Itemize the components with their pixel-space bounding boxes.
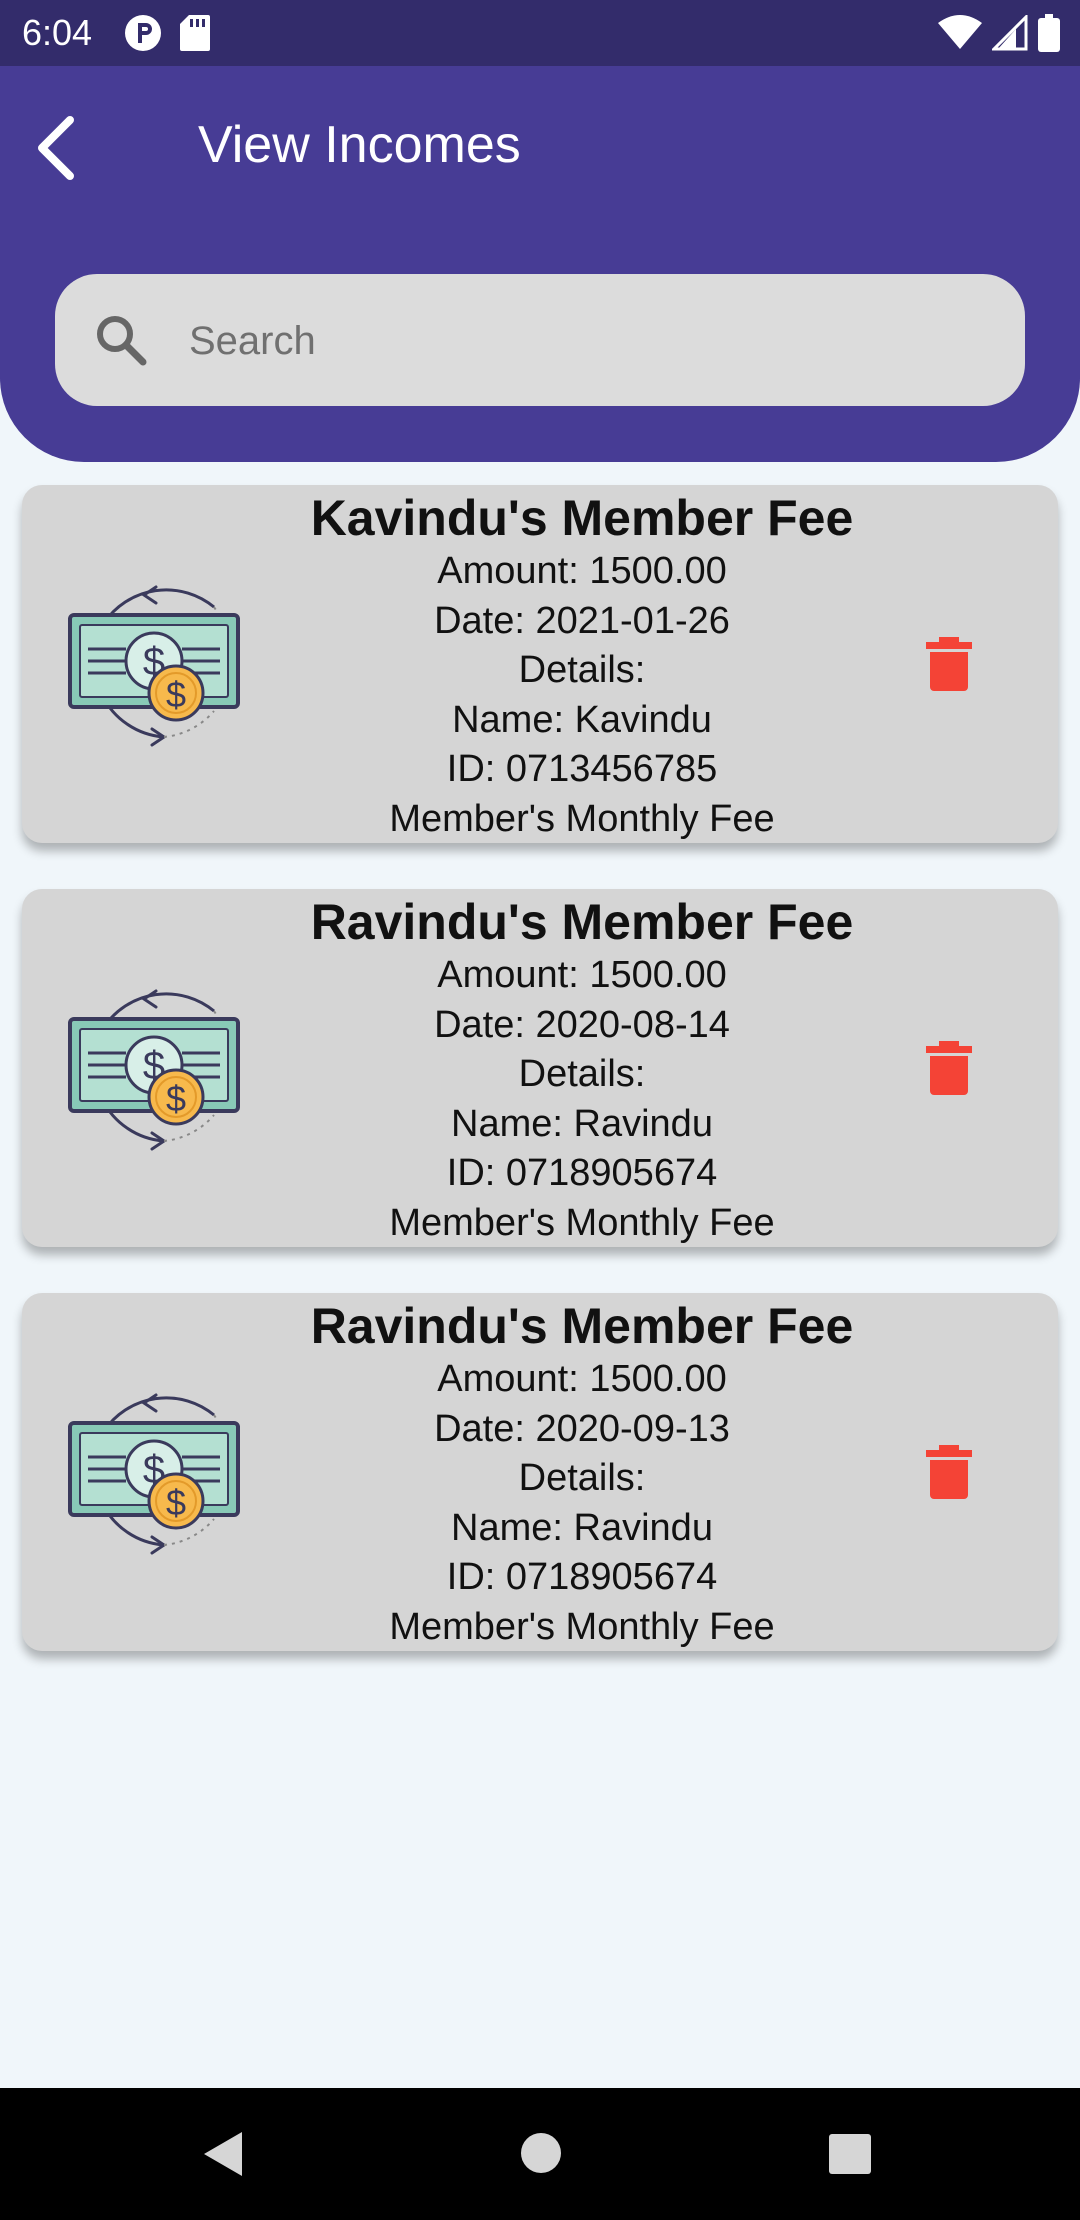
income-amount: Amount: 1500.00 bbox=[437, 550, 727, 592]
income-title: Ravindu's Member Fee bbox=[310, 894, 854, 950]
income-description: Member's Monthly Fee bbox=[389, 1605, 775, 1648]
income-details-label: Details: bbox=[518, 649, 646, 691]
battery-icon bbox=[1038, 14, 1060, 52]
nav-back-icon[interactable] bbox=[202, 2130, 246, 2178]
income-date: Date: 2020-08-14 bbox=[434, 1003, 730, 1046]
nav-recents-icon[interactable] bbox=[829, 2134, 871, 2174]
income-member-id: ID: 0718905674 bbox=[446, 1556, 718, 1598]
delete-icon[interactable] bbox=[924, 1445, 974, 1499]
income-details-label: Details: bbox=[518, 1053, 646, 1095]
delete-icon[interactable] bbox=[924, 1041, 974, 1095]
status-bar: 6:04 bbox=[0, 0, 1080, 66]
search-icon bbox=[97, 316, 147, 366]
notification-p-icon bbox=[125, 15, 161, 51]
income-amount: Amount: 1500.00 bbox=[437, 1358, 727, 1400]
income-member-id: ID: 0718905674 bbox=[446, 1152, 718, 1194]
income-description: Member's Monthly Fee bbox=[389, 797, 775, 840]
search-bar[interactable] bbox=[55, 274, 1025, 408]
income-member-name: Name: Kavindu bbox=[452, 698, 712, 741]
back-arrow-icon[interactable] bbox=[28, 108, 88, 188]
income-details-label: Details: bbox=[518, 1457, 646, 1499]
income-card[interactable]: $ $ Ravindu's Member Fee Amount: 1500.00… bbox=[22, 1293, 1058, 1651]
system-nav-bar bbox=[0, 2088, 1080, 2220]
income-card[interactable]: $ $ Ravindu's Member Fee Amount: 1500.00… bbox=[22, 889, 1058, 1247]
svg-text:$: $ bbox=[166, 1078, 186, 1119]
svg-text:$: $ bbox=[166, 1482, 186, 1523]
income-amount: Amount: 1500.00 bbox=[437, 954, 727, 996]
delete-icon[interactable] bbox=[924, 637, 974, 691]
status-time: 6:04 bbox=[22, 12, 93, 53]
income-card[interactable]: $ $ Kavindu's Member Fee Amount: 1500.00… bbox=[22, 485, 1058, 843]
svg-text:$: $ bbox=[166, 674, 186, 715]
wifi-icon bbox=[938, 15, 982, 49]
sd-card-icon bbox=[180, 15, 210, 51]
income-list: $ $ Kavindu's Member Fee Amount: 1500.00… bbox=[22, 485, 1058, 1697]
income-member-name: Name: Ravindu bbox=[451, 1506, 713, 1549]
nav-home-icon[interactable] bbox=[520, 2132, 562, 2174]
search-input[interactable] bbox=[187, 274, 991, 408]
signal-icon bbox=[992, 15, 1028, 51]
app-header: View Incomes bbox=[0, 66, 1080, 462]
income-member-id: ID: 0713456785 bbox=[446, 748, 718, 790]
page-title: View Incomes bbox=[198, 116, 521, 174]
income-title: Kavindu's Member Fee bbox=[310, 490, 854, 546]
income-member-name: Name: Ravindu bbox=[451, 1102, 713, 1145]
income-description: Member's Monthly Fee bbox=[389, 1201, 775, 1244]
income-date: Date: 2020-09-13 bbox=[434, 1407, 730, 1450]
income-date: Date: 2021-01-26 bbox=[434, 599, 730, 642]
income-title: Ravindu's Member Fee bbox=[310, 1298, 854, 1354]
